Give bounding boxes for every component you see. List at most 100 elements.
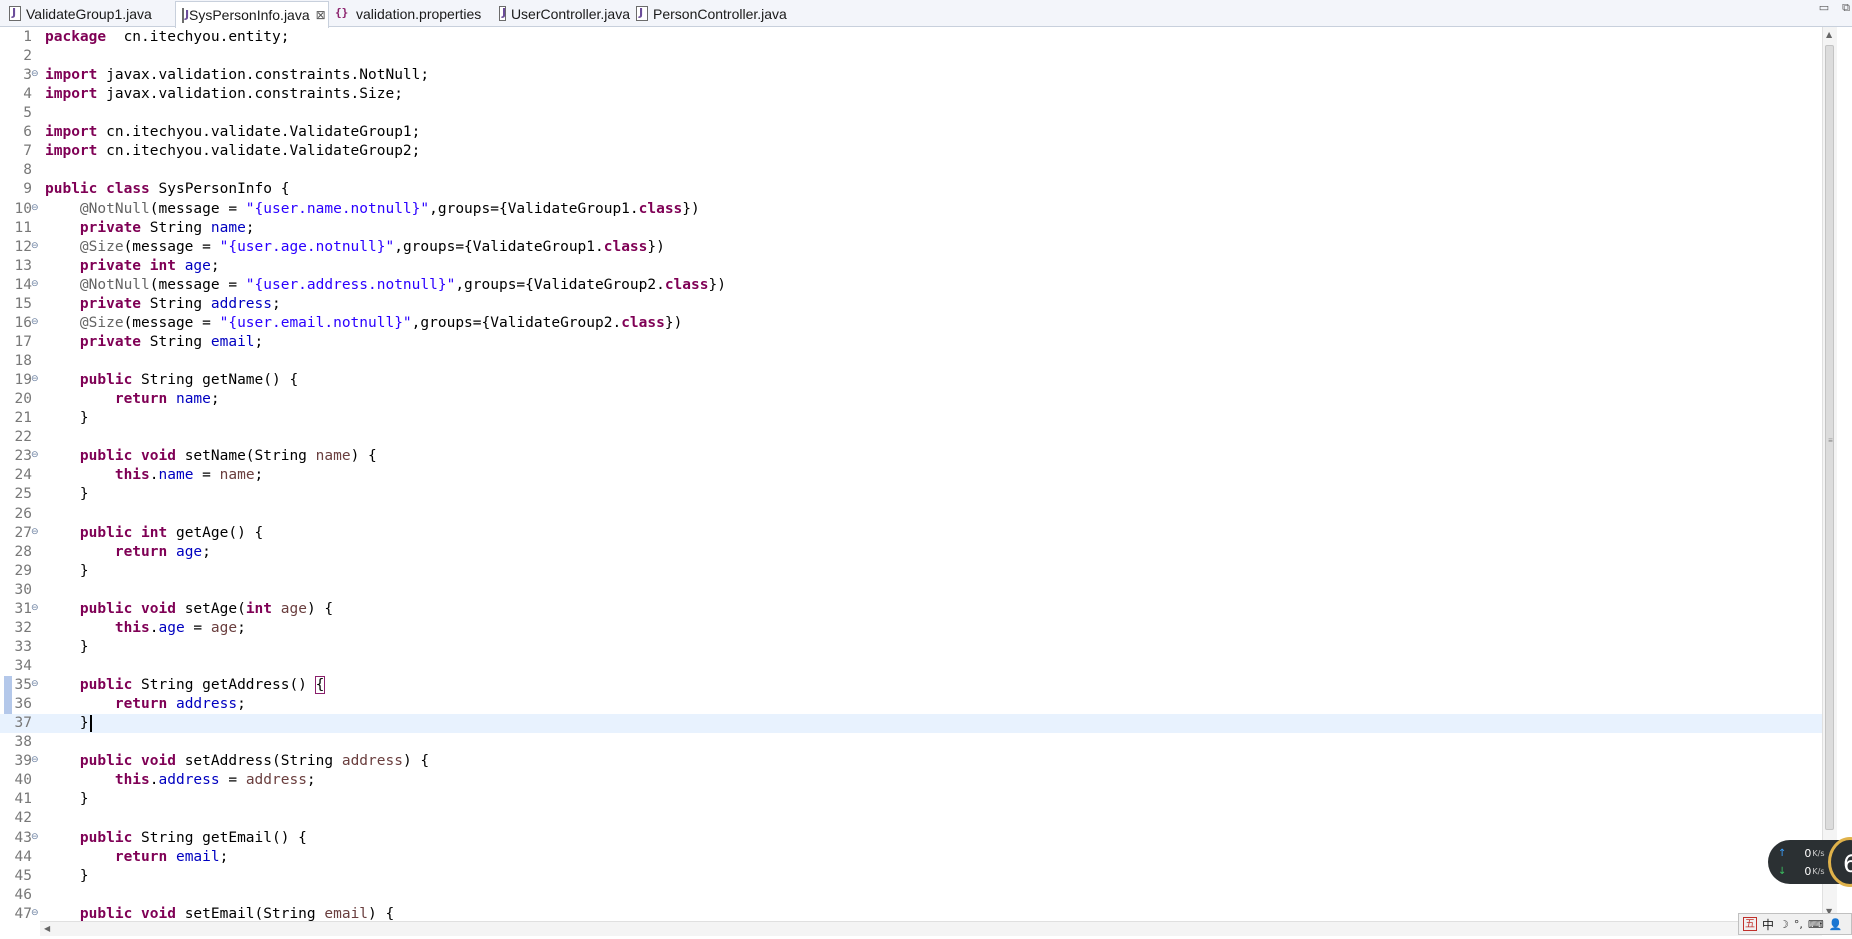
- ime-toolbar[interactable]: 五 中 ☽ °, ⌨ 👤: [1738, 913, 1852, 935]
- moon-icon[interactable]: ☽: [1779, 918, 1789, 931]
- code-editor[interactable]: 1 package cn.itechyou.entity; 2 3 ⊖ import ja…: [0, 27, 1822, 921]
- code-line[interactable]: 25 }: [0, 485, 1822, 504]
- code-line[interactable]: 5: [0, 104, 1822, 123]
- minimize-icon[interactable]: ▭: [1818, 2, 1830, 14]
- code-line[interactable]: 26: [0, 505, 1822, 524]
- code-token: getAge() {: [167, 524, 264, 541]
- tab-syspersoninfo-java[interactable]: SysPersonInfo.java ⊠: [175, 1, 329, 28]
- line-number: 24: [14, 467, 32, 484]
- code-line[interactable]: 46: [0, 886, 1822, 905]
- fold-toggle-icon[interactable]: ⊖: [31, 908, 40, 918]
- code-token: @Size: [79, 314, 124, 331]
- fold-toggle-icon[interactable]: ⊖: [31, 70, 40, 79]
- code-line[interactable]: 16 ⊖ @Size(message = "{user.email.notnull…: [0, 314, 1822, 333]
- code-line[interactable]: 24 this.name = name;: [0, 466, 1822, 485]
- code-line[interactable]: 40 this.address = address;: [0, 771, 1822, 790]
- ime-mode-toggle[interactable]: 中: [1762, 916, 1774, 933]
- horizontal-scrollbar[interactable]: ◀: [40, 921, 1822, 936]
- code-line[interactable]: 27 ⊖ public int getAge() {: [0, 524, 1822, 543]
- line-number: 21: [14, 410, 32, 427]
- keyboard-icon[interactable]: ⌨: [1808, 918, 1824, 931]
- code-line[interactable]: 1 package cn.itechyou.entity;: [0, 28, 1822, 47]
- code-line[interactable]: 11 private String name;: [0, 219, 1822, 238]
- code-line[interactable]: 23 ⊖ public void setName(String name) {: [0, 447, 1822, 466]
- code-line[interactable]: 37 }: [0, 714, 1822, 734]
- fold-toggle-icon[interactable]: ⊖: [31, 279, 40, 289]
- code-line[interactable]: 7 import cn.itechyou.validate.ValidateGro…: [0, 142, 1822, 161]
- fold-toggle-icon[interactable]: ⊖: [31, 832, 40, 842]
- code-line[interactable]: 43 ⊖ public String getEmail() {: [0, 829, 1822, 848]
- fold-toggle-icon[interactable]: ⊖: [31, 756, 40, 765]
- code-line[interactable]: 35 ⊖ public String getAddress() {: [0, 676, 1822, 695]
- line-number: 45: [14, 867, 32, 884]
- code-line[interactable]: 44 return email;: [0, 848, 1822, 867]
- code-line[interactable]: 41 }: [0, 790, 1822, 809]
- code-line[interactable]: 9 public class SysPersonInfo {: [0, 180, 1822, 199]
- code-line[interactable]: 6 import cn.itechyou.validate.ValidateGro…: [0, 123, 1822, 142]
- tab-validation-properties[interactable]: validation.properties: [329, 1, 493, 26]
- code-token: name: [219, 467, 255, 484]
- code-text: }: [45, 409, 89, 428]
- code-line[interactable]: 21 }: [0, 409, 1822, 428]
- ime-logo-icon[interactable]: 五: [1743, 917, 1757, 931]
- code-line[interactable]: 47 ⊖ public void setEmail(String email) {: [0, 905, 1822, 921]
- code-token: email: [324, 905, 369, 921]
- fold-toggle-icon[interactable]: ⊖: [31, 603, 40, 613]
- code-line[interactable]: 12 ⊖ @Size(message = "{user.age.notnull}"…: [0, 238, 1822, 257]
- network-speed-widget[interactable]: ↑ 0 K/s ↓ 0 K/s 6: [1768, 837, 1852, 887]
- punctuation-icon[interactable]: °,: [1794, 918, 1803, 931]
- code-line[interactable]: 4 import javax.validation.constraints.Siz…: [0, 85, 1822, 104]
- code-line[interactable]: 31 ⊖ public void setAge(int age) {: [0, 600, 1822, 619]
- close-tab-icon[interactable]: ⊠: [316, 8, 326, 22]
- vertical-scrollbar[interactable]: ▲ ≡ ▼: [1822, 27, 1837, 921]
- code-line[interactable]: 28 return age;: [0, 543, 1822, 562]
- vertical-scroll-thumb[interactable]: ≡: [1825, 45, 1834, 830]
- code-line[interactable]: 13 private int age;: [0, 257, 1822, 276]
- code-line[interactable]: 36 return address;: [0, 695, 1822, 714]
- scroll-left-icon[interactable]: ◀: [44, 924, 50, 933]
- fold-toggle-icon[interactable]: ⊖: [31, 527, 40, 537]
- code-token: ;: [271, 295, 281, 312]
- tab-usercontroller-java[interactable]: UserController.java: [493, 1, 630, 26]
- code-line[interactable]: 32 this.age = age;: [0, 619, 1822, 638]
- code-line[interactable]: 18: [0, 352, 1822, 371]
- maximize-icon[interactable]: ⧉: [1840, 2, 1852, 14]
- code-line[interactable]: 29 }: [0, 562, 1822, 581]
- code-token: private: [79, 219, 142, 236]
- user-icon[interactable]: 👤: [1829, 918, 1843, 931]
- code-line[interactable]: 22: [0, 428, 1822, 447]
- code-token: public: [45, 181, 98, 198]
- tab-personcontroller-java[interactable]: PersonController.java: [630, 1, 790, 26]
- code-line[interactable]: 34: [0, 657, 1822, 676]
- code-token: setName(String: [175, 448, 316, 465]
- code-line[interactable]: 45 }: [0, 867, 1822, 886]
- line-number: 22: [14, 429, 32, 446]
- code-token: ;: [245, 219, 255, 236]
- scroll-up-icon[interactable]: ▲: [1826, 30, 1832, 39]
- code-line[interactable]: 14 ⊖ @NotNull(message = "{user.address.no…: [0, 276, 1822, 295]
- fold-toggle-icon[interactable]: ⊖: [31, 451, 40, 460]
- code-line[interactable]: 20 return name;: [0, 390, 1822, 409]
- code-line[interactable]: 10 ⊖ @NotNull(message = "{user.name.notnu…: [0, 200, 1822, 219]
- network-badge[interactable]: 6: [1828, 837, 1852, 887]
- code-line[interactable]: 42: [0, 809, 1822, 828]
- fold-toggle-icon[interactable]: ⊖: [31, 203, 40, 213]
- code-line[interactable]: 3 ⊖ import javax.validation.constraints.No…: [0, 66, 1822, 85]
- fold-toggle-icon[interactable]: ⊖: [31, 375, 40, 384]
- code-line[interactable]: 19 ⊖ public String getName() {: [0, 371, 1822, 390]
- code-text: }: [45, 485, 89, 504]
- code-line[interactable]: 33 }: [0, 638, 1822, 657]
- code-line[interactable]: 8: [0, 161, 1822, 180]
- tab-validategroup1-java[interactable]: ValidateGroup1.java: [3, 1, 175, 26]
- code-line[interactable]: 30: [0, 581, 1822, 600]
- code-line[interactable]: 2: [0, 47, 1822, 66]
- code-line[interactable]: 15 private String address;: [0, 295, 1822, 314]
- fold-toggle-icon[interactable]: ⊖: [31, 680, 40, 689]
- code-line[interactable]: 39 ⊖ public void setAddress(String addres…: [0, 752, 1822, 771]
- fold-toggle-icon[interactable]: ⊖: [31, 241, 40, 251]
- code-line[interactable]: 17 private String email;: [0, 333, 1822, 352]
- code-line[interactable]: 38: [0, 733, 1822, 752]
- fold-toggle-icon[interactable]: ⊖: [31, 317, 40, 327]
